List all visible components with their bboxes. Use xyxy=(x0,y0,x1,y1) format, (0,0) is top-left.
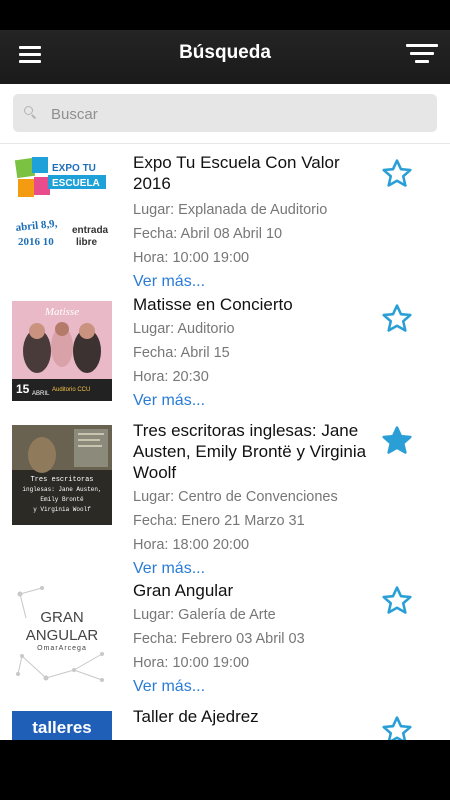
event-time: Hora: 18:00 20:00 xyxy=(133,537,250,553)
svg-text:ABRIL: ABRIL xyxy=(32,391,50,397)
svg-text:Emily Brontë: Emily Brontë xyxy=(40,496,84,503)
svg-text:talleres: talleres xyxy=(32,718,92,737)
event-date: Fecha: Febrero 03 Abril 03 xyxy=(133,631,305,647)
svg-text:Matisse: Matisse xyxy=(44,306,79,318)
svg-text:Auditorio CCU: Auditorio CCU xyxy=(52,387,90,393)
favorite-star-filled-icon[interactable] xyxy=(380,424,414,458)
event-time: Hora: 20:30 xyxy=(133,369,209,385)
event-info: Tres escritoras inglesas: Jane Austen, E… xyxy=(133,420,373,581)
matisse-poster-image: Matisse 15 ABRIL Auditorio CCU xyxy=(12,301,112,401)
event-place: Lugar: Explanada de Auditorio xyxy=(133,202,328,218)
svg-text:15: 15 xyxy=(16,382,30,396)
favorite-star-icon[interactable] xyxy=(380,302,414,336)
svg-text:entrada: entrada xyxy=(72,225,109,236)
svg-text:y Virginia Woolf: y Virginia Woolf xyxy=(33,506,91,513)
list-item[interactable]: talleres Taller de Ajedrez xyxy=(0,707,450,740)
search-bar[interactable] xyxy=(13,94,437,132)
filter-icon[interactable] xyxy=(406,44,438,66)
system-navigation-bar xyxy=(0,740,450,800)
divider xyxy=(0,143,450,144)
list-item[interactable]: Matisse 15 ABRIL Auditorio CCU Matisse e… xyxy=(0,294,450,422)
svg-text:OmarArcega: OmarArcega xyxy=(37,645,87,652)
event-title: Tres escritoras inglesas: Jane Austen, E… xyxy=(133,421,367,482)
event-title: Expo Tu Escuela Con Valor 2016 xyxy=(133,153,340,193)
svg-text:EXPO TU: EXPO TU xyxy=(52,163,96,174)
event-thumbnail: Tres escritoras inglesas: Jane Austen, E… xyxy=(12,425,112,525)
svg-text:libre: libre xyxy=(76,237,98,248)
event-place: Lugar: Auditorio xyxy=(133,321,235,337)
event-title: Taller de Ajedrez xyxy=(133,707,259,726)
favorite-star-icon[interactable] xyxy=(380,157,414,191)
page-title: Búsqueda xyxy=(179,42,271,63)
event-title: Gran Angular xyxy=(133,581,234,600)
search-input[interactable] xyxy=(51,103,411,125)
svg-text:2016 10: 2016 10 xyxy=(18,236,54,248)
event-place: Lugar: Galería de Arte xyxy=(133,607,276,623)
top-app-bar: Búsqueda xyxy=(0,0,450,84)
favorite-star-icon[interactable] xyxy=(380,714,414,740)
list-item[interactable]: Tres escritoras inglesas: Jane Austen, E… xyxy=(0,420,450,592)
event-thumbnail: talleres xyxy=(12,711,112,740)
event-info: Gran Angular Lugar: Galería de Arte Fech… xyxy=(133,580,363,699)
event-date: Fecha: Abril 15 xyxy=(133,345,230,361)
status-bar xyxy=(0,0,450,30)
see-more-link[interactable]: Ver más... xyxy=(133,557,373,581)
event-title: Matisse en Concierto xyxy=(133,295,293,314)
svg-text:ESCUELA: ESCUELA xyxy=(52,178,100,189)
event-list: EXPO TU ESCUELA abril 8,9, 2016 10 entra… xyxy=(0,150,450,740)
svg-text:inglesas: Jane Austen,: inglesas: Jane Austen, xyxy=(22,486,101,493)
svg-text:ANGULAR: ANGULAR xyxy=(26,627,99,644)
list-item[interactable]: GRAN ANGULAR OmarArcega Gran Angular Lug… xyxy=(0,581,450,718)
event-thumbnail: EXPO TU ESCUELA abril 8,9, 2016 10 entra… xyxy=(12,153,112,253)
talleres-poster-image: talleres xyxy=(12,711,112,740)
event-time: Hora: 10:00 19:00 xyxy=(133,655,250,671)
gran-angular-poster-image: GRAN ANGULAR OmarArcega xyxy=(12,584,112,684)
see-more-link[interactable]: Ver más... xyxy=(133,270,363,294)
see-more-link[interactable]: Ver más... xyxy=(133,675,363,699)
event-date: Fecha: Abril 08 Abril 10 xyxy=(133,226,283,242)
event-info: Taller de Ajedrez xyxy=(133,706,363,727)
search-icon xyxy=(24,106,36,118)
writers-poster-image: Tres escritoras inglesas: Jane Austen, E… xyxy=(12,425,112,525)
svg-text:GRAN: GRAN xyxy=(40,609,83,626)
event-info: Expo Tu Escuela Con Valor 2016 Lugar: Ex… xyxy=(133,152,363,294)
app-screen: Búsqueda EXPO TU ESCUELA abril 8 xyxy=(0,0,450,740)
favorite-star-icon[interactable] xyxy=(380,584,414,618)
event-date: Fecha: Enero 21 Marzo 31 xyxy=(133,513,305,529)
event-thumbnail: Matisse 15 ABRIL Auditorio CCU xyxy=(12,301,112,401)
event-time: Hora: 10:00 19:00 xyxy=(133,250,250,266)
svg-text:Tres escritoras: Tres escritoras xyxy=(30,476,93,484)
event-place: Lugar: Centro de Convenciones xyxy=(133,489,338,505)
list-item[interactable]: EXPO TU ESCUELA abril 8,9, 2016 10 entra… xyxy=(0,150,450,296)
event-info: Matisse en Concierto Lugar: Auditorio Fe… xyxy=(133,294,363,413)
event-thumbnail: GRAN ANGULAR OmarArcega xyxy=(12,584,112,684)
see-more-link[interactable]: Ver más... xyxy=(133,389,363,413)
expo-poster-image: EXPO TU ESCUELA abril 8,9, 2016 10 entra… xyxy=(12,153,112,253)
